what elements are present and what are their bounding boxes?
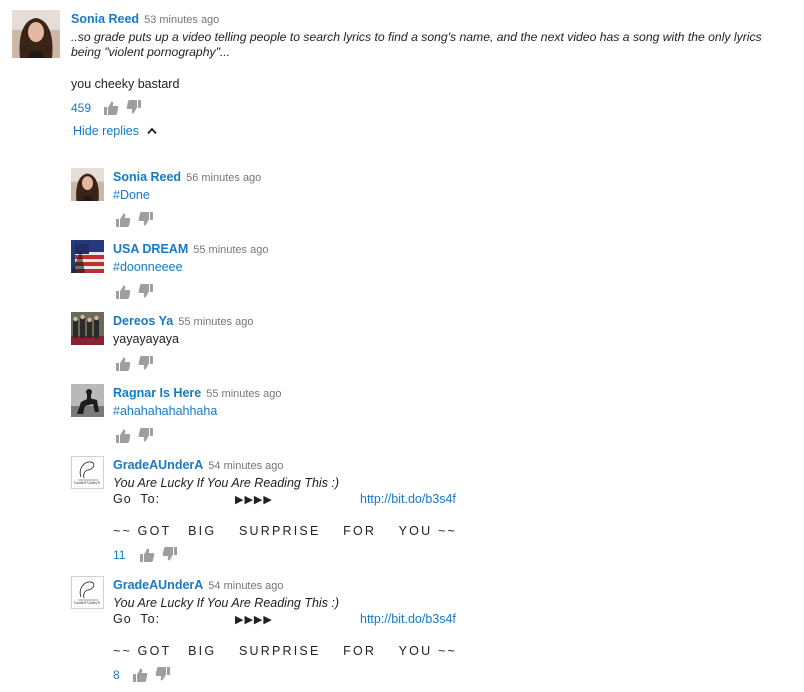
thumbs-up-icon[interactable] (103, 100, 119, 116)
thumbs-down-icon[interactable] (138, 355, 154, 371)
thumbs-down-icon[interactable] (155, 666, 171, 682)
thumbs-up-icon[interactable] (139, 547, 155, 563)
comment-header: Sonia Reed 56 minutes ago (113, 168, 261, 186)
surprise-text: ~~ GOT BIG SURPRISE FOR YOU ~~ (113, 524, 457, 538)
hide-replies-label: Hide replies (73, 124, 140, 138)
comment-header: Ragnar Is Here 55 minutes ago (113, 384, 281, 402)
logo-avatar-image: GradeA UnderA (74, 461, 100, 485)
comment-header: GradeAUnderA 54 minutes ago (113, 456, 284, 474)
avatar[interactable] (71, 240, 104, 273)
spam-link[interactable]: http://bit.do/b3s4f (360, 492, 456, 506)
chevron-up-icon (146, 127, 157, 135)
thumbs-down-icon[interactable] (138, 427, 154, 443)
thumbs-down-icon[interactable] (126, 99, 142, 115)
author-name[interactable]: Sonia Reed (71, 12, 139, 26)
spam-link[interactable]: http://bit.do/b3s4f (360, 612, 456, 626)
avatar[interactable] (71, 168, 104, 201)
thumbs-up-icon[interactable] (115, 428, 131, 444)
arrows-text: ▶▶▶▶ (235, 614, 273, 626)
logo-avatar-image: GradeA UnderA (74, 581, 100, 605)
flag-avatar-image (71, 240, 104, 273)
thumbs-down-icon[interactable] (138, 283, 154, 299)
surprise-text: ~~ GOT BIG SURPRISE FOR YOU ~~ (113, 644, 457, 658)
like-count: 11 (113, 548, 126, 562)
avatar[interactable] (71, 384, 104, 417)
comment-text[interactable]: #doonneeee (113, 260, 183, 274)
thumbs-up-icon[interactable] (115, 356, 131, 372)
comment-header: Dereos Ya 55 minutes ago (113, 312, 253, 330)
comment-text[interactable]: #Done (113, 188, 150, 202)
logo-text: GradeA UnderA (74, 480, 100, 485)
comment-header: GradeAUnderA 54 minutes ago (113, 576, 284, 594)
author-name[interactable]: USA DREAM (113, 242, 188, 256)
avatar-photo (12, 10, 60, 58)
comment-time[interactable]: 55 minutes ago (193, 244, 268, 256)
comment-line-1: You Are Lucky If You Are Reading This :) (113, 596, 340, 610)
comment-time[interactable]: 56 minutes ago (186, 172, 261, 184)
avatar[interactable] (71, 312, 104, 345)
thumbs-down-icon[interactable] (162, 546, 178, 562)
author-name[interactable]: GradeAUnderA (113, 458, 203, 472)
author-name[interactable]: Sonia Reed (113, 170, 181, 184)
logo-text: GradeA UnderA (74, 600, 100, 605)
quote-line-1: ..so grade puts up a video telling peopl… (71, 30, 762, 44)
group-avatar-image (71, 312, 104, 345)
thumbs-up-icon[interactable] (132, 667, 148, 683)
comment-time[interactable]: 54 minutes ago (208, 580, 283, 592)
comment-line-1: You Are Lucky If You Are Reading This :) (113, 476, 340, 490)
comment-time[interactable]: 53 minutes ago (144, 14, 219, 26)
comment-text[interactable]: #ahahahahahhaha (113, 404, 217, 418)
arrows-text: ▶▶▶▶ (235, 494, 273, 506)
avatar-photo (71, 168, 104, 201)
comment-time[interactable]: 55 minutes ago (206, 388, 281, 400)
avatar[interactable]: GradeA UnderA (71, 456, 104, 489)
thumbs-down-icon[interactable] (138, 211, 154, 227)
rider-avatar-image (71, 384, 104, 417)
comment-body: you cheeky bastard (71, 77, 180, 91)
comment-text: yayayayaya (113, 332, 180, 346)
go-to-text: Go To: (113, 612, 161, 626)
thumbs-up-icon[interactable] (115, 212, 131, 228)
go-to-text: Go To: (113, 492, 161, 506)
like-count: 8 (113, 668, 120, 682)
author-name[interactable]: GradeAUnderA (113, 578, 203, 592)
thumbs-up-icon[interactable] (115, 284, 131, 300)
quote-line-2: being "violent pornography"... (71, 45, 231, 59)
comment-time[interactable]: 55 minutes ago (178, 316, 253, 328)
comment-header: USA DREAM 55 minutes ago (113, 240, 268, 258)
avatar[interactable]: GradeA UnderA (71, 576, 104, 609)
like-count: 459 (71, 101, 92, 115)
avatar[interactable] (12, 10, 60, 58)
comment-header: Sonia Reed 53 minutes ago (71, 10, 219, 28)
hide-replies-button[interactable]: Hide replies (73, 124, 157, 138)
comment-time[interactable]: 54 minutes ago (208, 460, 283, 472)
author-name[interactable]: Dereos Ya (113, 314, 173, 328)
author-name[interactable]: Ragnar Is Here (113, 386, 201, 400)
